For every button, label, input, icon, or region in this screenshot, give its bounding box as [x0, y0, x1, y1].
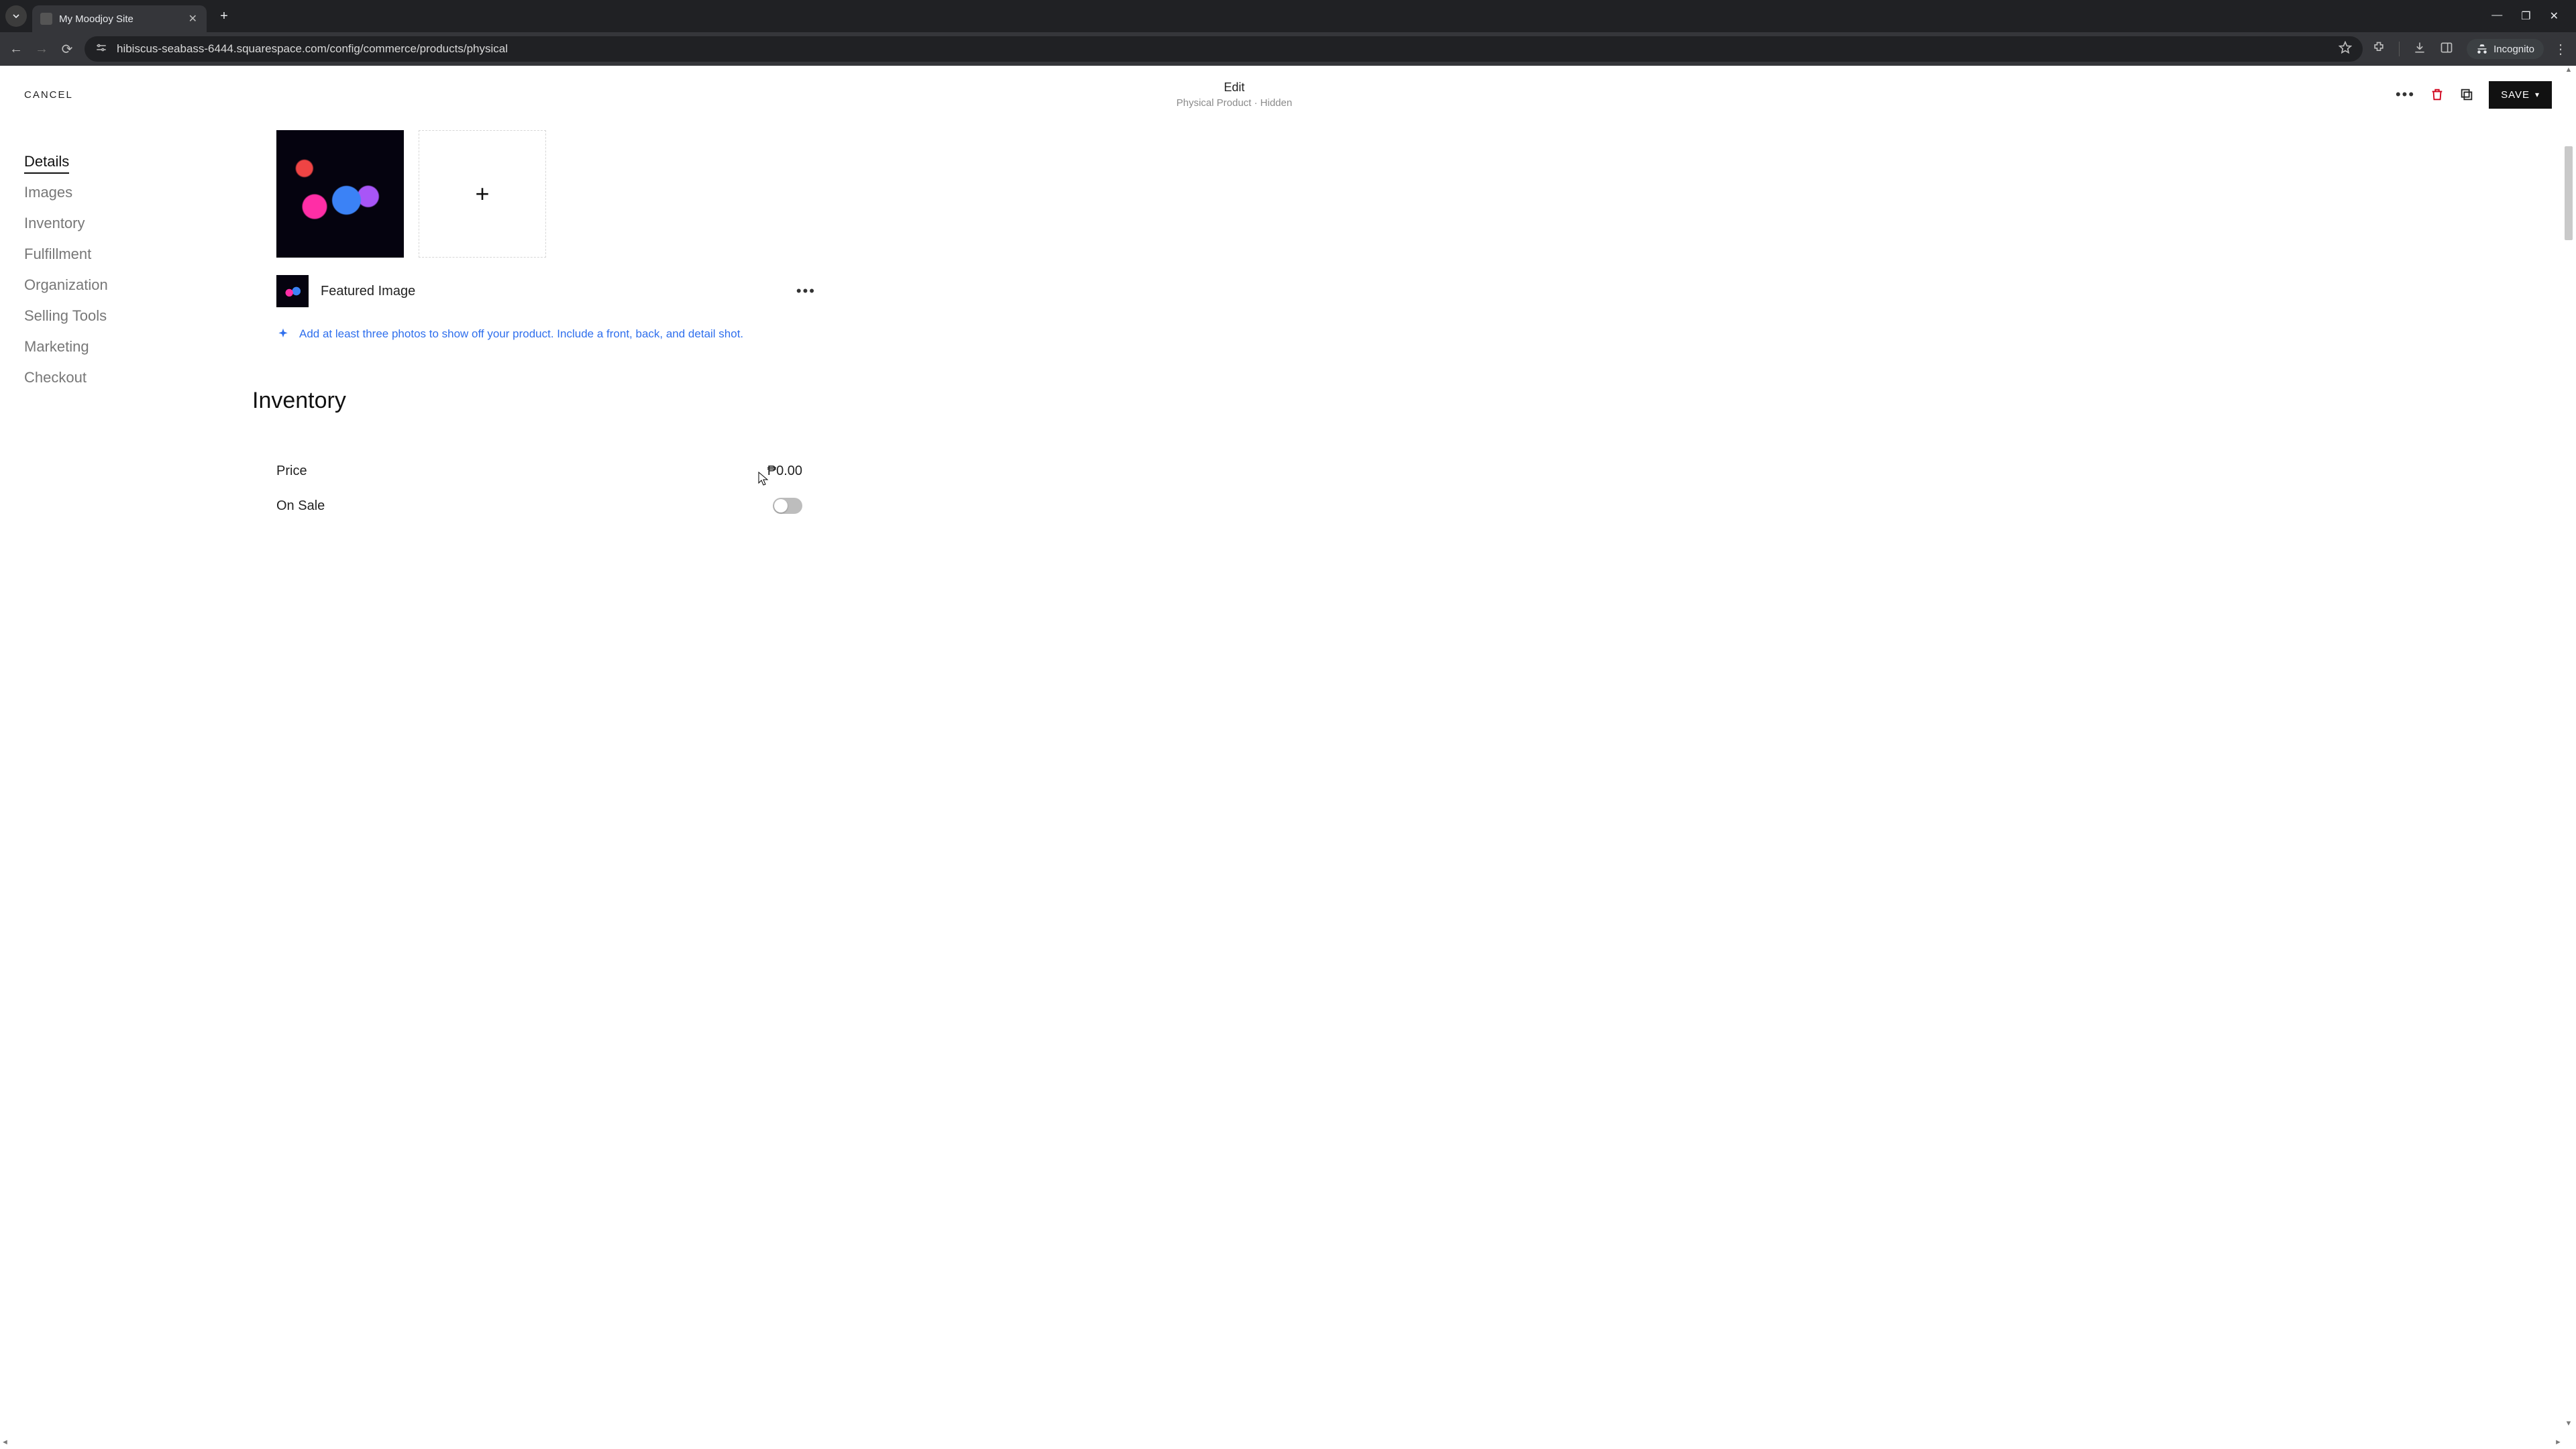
- more-actions-button[interactable]: •••: [2396, 86, 2415, 103]
- header-actions: ••• SAVE ▾: [2396, 81, 2552, 109]
- save-button-label: SAVE: [2501, 89, 2530, 101]
- sparkle-icon: [276, 327, 290, 341]
- on-sale-row: On Sale: [252, 488, 843, 523]
- sidebar-item-label: Organization: [24, 276, 108, 293]
- incognito-indicator[interactable]: Incognito: [2467, 39, 2544, 59]
- side-panel-icon[interactable]: [2440, 41, 2453, 58]
- plus-icon: +: [475, 180, 489, 208]
- sidebar-item-inventory[interactable]: Inventory: [24, 208, 225, 239]
- page-subtitle: Physical Product · Hidden: [1177, 97, 1293, 109]
- sidebar-item-label: Marketing: [24, 338, 89, 355]
- add-image-button[interactable]: +: [419, 130, 546, 258]
- toggle-knob: [774, 499, 788, 513]
- trash-icon: [2430, 87, 2445, 102]
- editor-sidebar: Details Images Inventory Fulfillment Org…: [24, 130, 225, 523]
- sidebar-item-label: Checkout: [24, 369, 87, 386]
- featured-image-menu-button[interactable]: •••: [796, 282, 816, 300]
- page-title: Edit: [1177, 80, 1293, 95]
- scroll-right-arrow[interactable]: ►: [2555, 1438, 2563, 1446]
- sidebar-item-details[interactable]: Details: [24, 146, 225, 177]
- image-tip-text: Add at least three photos to show off yo…: [299, 327, 743, 341]
- window-maximize-button[interactable]: ❐: [2521, 9, 2530, 23]
- nav-back-button[interactable]: ←: [8, 42, 24, 57]
- downloads-icon[interactable]: [2413, 41, 2426, 58]
- sidebar-item-label: Fulfillment: [24, 246, 91, 262]
- editor-body: Details Images Inventory Fulfillment Org…: [0, 123, 2576, 550]
- image-tip-link[interactable]: Add at least three photos to show off yo…: [252, 327, 856, 341]
- sidebar-item-images[interactable]: Images: [24, 177, 225, 208]
- on-sale-label: On Sale: [276, 498, 325, 514]
- bookmark-star-icon[interactable]: [2339, 41, 2352, 58]
- sidebar-item-fulfillment[interactable]: Fulfillment: [24, 239, 225, 270]
- browser-chrome: My Moodjoy Site ✕ + — ❐ ✕ ← → ⟳ hibiscus…: [0, 0, 2576, 66]
- save-button[interactable]: SAVE ▾: [2489, 81, 2552, 109]
- browser-toolbar: ← → ⟳ hibiscus-seabass-6444.squarespace.…: [0, 32, 2576, 66]
- product-image-thumbnail[interactable]: [276, 130, 404, 258]
- scroll-down-arrow[interactable]: ▼: [2565, 1419, 2573, 1429]
- extensions-icon[interactable]: [2372, 41, 2385, 58]
- cancel-button[interactable]: CANCEL: [24, 89, 73, 101]
- horizontal-scrollbar[interactable]: ◄ ►: [1, 1438, 2563, 1448]
- inventory-section-title: Inventory: [252, 388, 856, 414]
- browser-tab[interactable]: My Moodjoy Site ✕: [32, 5, 207, 32]
- tab-strip: My Moodjoy Site ✕ + — ❐ ✕: [0, 0, 2576, 32]
- vertical-scrollbar[interactable]: ▲ ▼: [2564, 66, 2575, 1429]
- sidebar-item-label: Images: [24, 184, 72, 201]
- toolbar-divider: [2399, 42, 2400, 56]
- scroll-left-arrow[interactable]: ◄: [1, 1438, 9, 1446]
- app-content: CANCEL Edit Physical Product · Hidden ••…: [0, 66, 2576, 1449]
- window-controls: — ❐ ✕: [2491, 9, 2571, 23]
- sidebar-item-checkout[interactable]: Checkout: [24, 362, 225, 393]
- chevron-down-icon: ▾: [2535, 90, 2540, 99]
- editor-main: + Featured Image ••• Add at least three …: [252, 130, 856, 523]
- price-value: ₱0.00: [767, 464, 802, 479]
- sidebar-item-label: Selling Tools: [24, 307, 107, 324]
- delete-button[interactable]: [2430, 87, 2445, 102]
- featured-image-label: Featured Image: [321, 284, 415, 299]
- sidebar-item-label: Details: [24, 153, 69, 174]
- site-settings-icon[interactable]: [95, 42, 107, 56]
- incognito-label: Incognito: [2493, 44, 2534, 55]
- editor-header: CANCEL Edit Physical Product · Hidden ••…: [0, 66, 2576, 123]
- browser-menu-button[interactable]: ⋮: [2553, 41, 2568, 58]
- scroll-up-arrow[interactable]: ▲: [2565, 66, 2573, 75]
- price-label: Price: [276, 464, 307, 479]
- tab-search-button[interactable]: [5, 5, 27, 27]
- sidebar-item-selling-tools[interactable]: Selling Tools: [24, 301, 225, 331]
- window-close-button[interactable]: ✕: [2550, 9, 2559, 23]
- url-bar[interactable]: hibiscus-seabass-6444.squarespace.com/co…: [85, 36, 2363, 62]
- window-minimize-button[interactable]: —: [2491, 9, 2502, 23]
- incognito-icon: [2476, 43, 2488, 55]
- sidebar-item-label: Inventory: [24, 215, 85, 231]
- tab-favicon: [40, 13, 52, 25]
- on-sale-toggle[interactable]: [773, 498, 802, 514]
- tab-title: My Moodjoy Site: [59, 13, 182, 25]
- price-row[interactable]: Price ₱0.00: [252, 454, 843, 488]
- featured-image-thumbnail[interactable]: [276, 275, 309, 307]
- nav-forward-button[interactable]: →: [34, 42, 50, 57]
- toolbar-actions: Incognito: [2372, 39, 2544, 59]
- featured-image-row: Featured Image •••: [252, 275, 856, 307]
- vertical-scrollbar-thumb[interactable]: [2565, 146, 2573, 240]
- header-title-group: Edit Physical Product · Hidden: [1177, 80, 1293, 109]
- nav-reload-button[interactable]: ⟳: [59, 41, 75, 58]
- chevron-down-icon: [12, 12, 20, 20]
- sidebar-item-organization[interactable]: Organization: [24, 270, 225, 301]
- duplicate-button[interactable]: [2459, 87, 2474, 102]
- sidebar-item-marketing[interactable]: Marketing: [24, 331, 225, 362]
- tab-close-button[interactable]: ✕: [189, 12, 197, 25]
- url-text: hibiscus-seabass-6444.squarespace.com/co…: [117, 42, 2329, 56]
- product-images-row: +: [252, 130, 856, 258]
- duplicate-icon: [2459, 87, 2474, 102]
- new-tab-button[interactable]: +: [215, 9, 233, 24]
